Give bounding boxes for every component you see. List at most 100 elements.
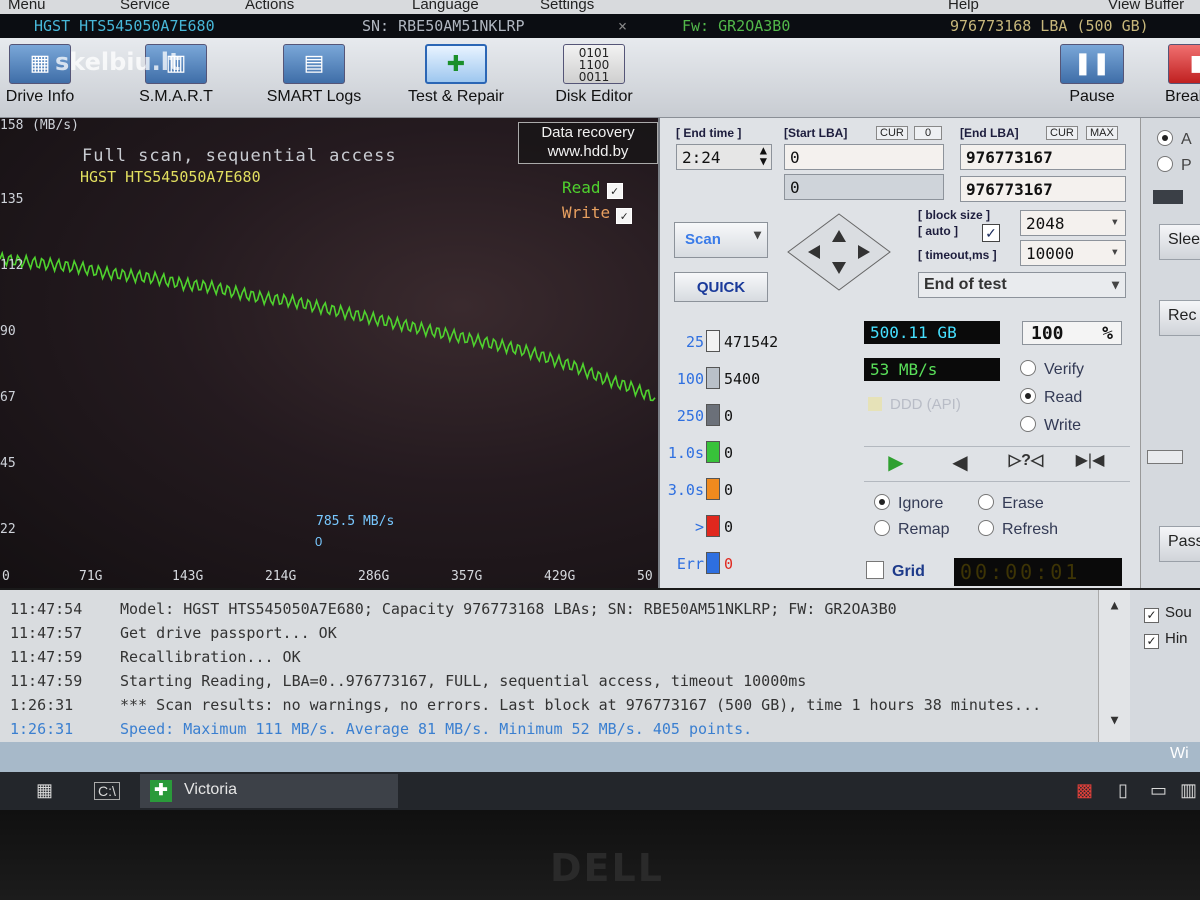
tray-color-icon[interactable]: ▩: [1076, 780, 1093, 801]
legend-write[interactable]: Write ✓: [562, 203, 633, 224]
hints-label: Hin: [1165, 630, 1188, 647]
menu-item-language[interactable]: Language: [412, 0, 479, 13]
cmd-icon[interactable]: C:\: [94, 782, 120, 800]
ignore-radio[interactable]: [874, 494, 890, 510]
legend-read[interactable]: Read ✓: [562, 178, 623, 199]
legend-read-label: Read: [562, 178, 601, 197]
percent-sign: %: [1102, 323, 1113, 344]
refresh-radio[interactable]: [978, 520, 994, 536]
menu-item-service[interactable]: Service: [120, 0, 170, 13]
close-drive-icon[interactable]: ×: [618, 17, 627, 35]
right-option-p[interactable]: P: [1157, 156, 1192, 175]
end-time-field[interactable]: 2:24 ▲ ▼: [676, 144, 772, 170]
timeout-select[interactable]: 10000: [1020, 240, 1126, 266]
mode-read[interactable]: Read: [1020, 388, 1082, 407]
taskbar: ▦ C:\ ✚ Victoria ▩ ▯ ▭ ▥: [0, 772, 1200, 810]
passport-button[interactable]: Pass: [1159, 526, 1200, 562]
block-size-select[interactable]: 2048: [1020, 210, 1126, 236]
start-lba-field[interactable]: 0: [784, 144, 944, 170]
action-remap[interactable]: Remap: [874, 520, 950, 539]
mode-verify[interactable]: Verify: [1020, 360, 1084, 379]
tray-network-icon[interactable]: ▥: [1180, 780, 1197, 801]
percent-value: 100: [1031, 323, 1064, 344]
erase-radio[interactable]: [978, 494, 994, 510]
start-cur-button[interactable]: CUR: [876, 126, 908, 140]
scan-dropdown[interactable]: Scan: [674, 222, 768, 258]
block-stat-row: 3.0s 0: [664, 478, 733, 500]
disk-editor-button[interactable]: 0101 1100 0011 Disk Editor: [534, 42, 654, 114]
recall-button[interactable]: Rec: [1159, 300, 1200, 336]
quick-button[interactable]: QUICK: [674, 272, 768, 302]
action-ignore[interactable]: Ignore: [874, 494, 943, 513]
block-size-label: [ block size ]: [918, 208, 991, 222]
hints-checkbox[interactable]: ✓: [1144, 634, 1159, 649]
skip-unknown-icon[interactable]: ▷?◁: [996, 450, 1056, 478]
toolbar: ▦ Drive Info ▥ S.M.A.R.T ▤ SMART Logs ✚ …: [0, 38, 1200, 118]
victoria-task-button[interactable]: ✚ Victoria: [140, 774, 398, 808]
sleep-button[interactable]: Slee: [1159, 224, 1200, 260]
end-of-test-select[interactable]: End of test: [918, 272, 1126, 298]
mode-write[interactable]: Write: [1020, 416, 1081, 435]
back-play-icon[interactable]: ◀: [930, 450, 990, 478]
test-repair-button[interactable]: ✚ Test & Repair: [396, 42, 516, 114]
read-radio[interactable]: [1020, 388, 1036, 404]
ddd-checkbox[interactable]: [868, 397, 882, 411]
test-repair-icon: ✚: [425, 44, 487, 84]
block-stat-key: Err: [676, 555, 704, 573]
right-radio-p[interactable]: [1157, 156, 1173, 172]
break-button[interactable]: ■ Break: [1160, 42, 1200, 114]
y-tick-label: 158: [0, 118, 24, 133]
data-recovery-badge: Data recovery www.hdd.by: [518, 122, 658, 164]
y-tick-label: 67: [0, 390, 16, 405]
end-time-spinner-icon[interactable]: ▲ ▼: [760, 144, 767, 167]
menu-item-menu[interactable]: Menu: [8, 0, 46, 13]
end-cur-button[interactable]: CUR: [1046, 126, 1078, 140]
tray-power-icon[interactable]: ▭: [1150, 780, 1167, 801]
action-erase[interactable]: Erase: [978, 494, 1044, 513]
refresh-label: Refresh: [1002, 521, 1059, 538]
menu-item-view-buffer[interactable]: View Buffer: [1108, 0, 1184, 13]
verify-radio[interactable]: [1020, 360, 1036, 376]
start-play-icon[interactable]: ▶: [866, 450, 926, 478]
pause-button[interactable]: ❚❚ Pause: [1052, 42, 1132, 114]
end-lba-field[interactable]: 976773167: [960, 144, 1126, 170]
hints-option[interactable]: ✓ Hin: [1144, 630, 1188, 649]
log-scrollbar[interactable]: ▲ ▼: [1098, 590, 1130, 742]
sound-checkbox[interactable]: ✓: [1144, 608, 1159, 623]
max-button[interactable]: MAX: [1086, 126, 1118, 140]
legend-read-checkbox[interactable]: ✓: [606, 183, 623, 199]
right-radio-a[interactable]: [1157, 130, 1173, 146]
end-lba-field-2[interactable]: 976773167: [960, 176, 1126, 202]
block-stat-row: 1.0s 0: [664, 441, 733, 463]
write-radio[interactable]: [1020, 416, 1036, 432]
ddd-api-option[interactable]: DDD (API): [868, 396, 961, 413]
legend-write-checkbox[interactable]: ✓: [616, 208, 633, 224]
tray-usb-icon[interactable]: ▯: [1118, 780, 1128, 801]
block-stat-key: 3.0s: [667, 481, 704, 499]
log-time: 1:26:31: [10, 720, 74, 738]
start-lba-field-2[interactable]: 0: [784, 174, 944, 200]
grid-option[interactable]: Grid: [866, 561, 925, 581]
smart-logs-label: SMART Logs: [266, 88, 362, 105]
menu-item-settings[interactable]: Settings: [540, 0, 594, 13]
seek-navigator[interactable]: [784, 210, 894, 294]
calculator-icon[interactable]: ▦: [36, 780, 53, 801]
grid-checkbox[interactable]: [866, 561, 884, 579]
action-refresh[interactable]: Refresh: [978, 520, 1058, 539]
right-option-a[interactable]: A: [1157, 130, 1192, 149]
sound-option[interactable]: ✓ Sou: [1144, 604, 1192, 623]
smart-logs-button[interactable]: ▤ SMART Logs: [254, 42, 374, 114]
auto-checkbox[interactable]: ✓: [982, 224, 1000, 242]
right-option-p-label: P: [1181, 157, 1192, 174]
menu-item-help[interactable]: Help: [948, 0, 979, 13]
scroll-down-icon[interactable]: ▼: [1099, 713, 1130, 728]
right-small-field[interactable]: [1147, 450, 1183, 464]
y-axis-label: (MB/s): [32, 118, 79, 133]
remap-radio[interactable]: [874, 520, 890, 536]
menu-item-actions[interactable]: Actions: [245, 0, 294, 13]
step-icon[interactable]: ▶|◀: [1060, 450, 1120, 478]
elapsed-timer: 00:00:01: [954, 558, 1122, 586]
scroll-up-icon[interactable]: ▲: [1099, 598, 1130, 613]
end-lba-label: [End LBA]: [960, 126, 1019, 140]
block-stat-count: 471542: [724, 333, 779, 351]
